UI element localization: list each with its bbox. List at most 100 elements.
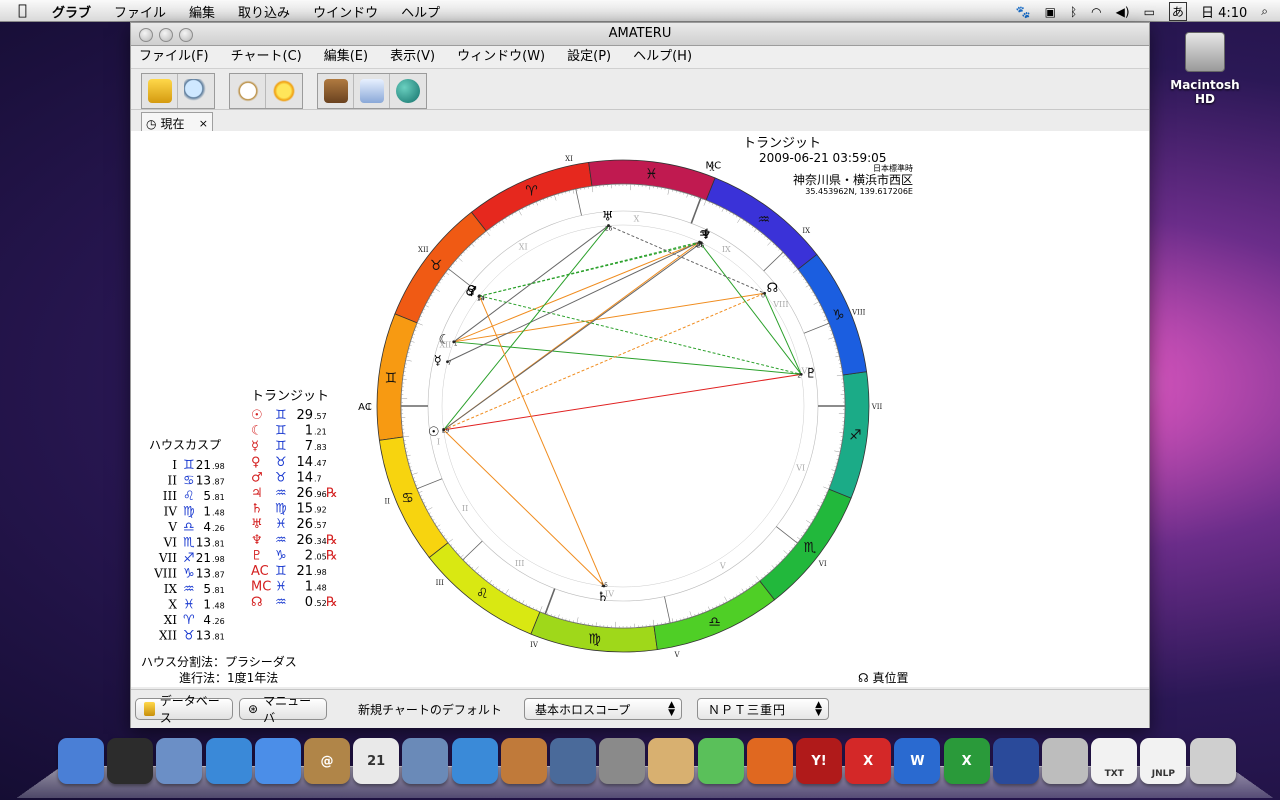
input-method[interactable]: あ	[1168, 2, 1187, 21]
app-menu-item[interactable]: ウィンドウ(W)	[457, 46, 545, 68]
menubar-item[interactable]: ファイル	[114, 2, 166, 21]
dock-dashboard-icon[interactable]	[107, 738, 154, 784]
chart-type-select[interactable]: 基本ホロスコープ ▲ ▼	[524, 698, 682, 720]
dock-icon-label: 21	[367, 753, 386, 769]
menubar-item[interactable]: 取り込み	[238, 2, 290, 21]
stats-icon[interactable]: ▣	[1045, 5, 1056, 19]
house-cusp-row: VIII ♑ 13.87	[153, 567, 225, 582]
menubar-item[interactable]: グラブ	[52, 2, 91, 21]
app-menu-item[interactable]: 表示(V)	[390, 46, 435, 68]
titlebar[interactable]: AMATERU	[131, 23, 1149, 46]
dock-excel-icon[interactable]: X	[943, 738, 990, 784]
retrograde-mark: ℞	[326, 548, 338, 563]
dock-preferences-icon[interactable]	[599, 738, 646, 784]
search-button[interactable]	[178, 74, 214, 108]
zoom-window-button[interactable]	[179, 28, 193, 42]
transit-degree: 0	[305, 595, 313, 610]
search-icon	[184, 79, 208, 103]
minimize-window-button[interactable]	[159, 28, 173, 42]
chart-header-datetime: 2009-06-21 03:59:05	[759, 151, 886, 165]
tab-close-button[interactable]: ×	[199, 117, 208, 130]
dock-itunes-icon[interactable]	[451, 738, 498, 784]
transit-degree: 1	[305, 424, 313, 439]
house-degree-fraction: .81	[212, 540, 225, 549]
dock-twitter-icon[interactable]	[697, 738, 744, 784]
manual-button[interactable]: ⊛ マニューバ	[239, 694, 327, 725]
apple-menu-icon[interactable]: 	[18, 1, 27, 19]
house-degree: 4	[203, 613, 211, 627]
manual-button-label: マニューバ	[263, 694, 312, 725]
transit-degree: 2	[305, 548, 313, 563]
house-sign-glyph: ♒	[183, 582, 195, 597]
dock-finder-icon[interactable]	[58, 738, 104, 784]
menubar-item[interactable]: ヘルプ	[401, 2, 440, 21]
dock-preview-icon[interactable]	[648, 738, 695, 784]
house-degree: 5	[203, 489, 211, 503]
dock-app-x-icon[interactable]: X	[845, 738, 892, 784]
dock-image-capture-icon[interactable]	[500, 738, 547, 784]
dock-word-icon[interactable]: W	[894, 738, 941, 784]
menubar-items: グラブ ファイル 編集 取り込み ウインドウ ヘルプ	[52, 2, 440, 21]
bluetooth-icon[interactable]: ᛒ	[1070, 5, 1077, 19]
transit-planet-glyph: ☉	[251, 408, 263, 423]
app-menu-item[interactable]: ファイル(F)	[139, 46, 209, 68]
house-cusp-row: XII ♉ 13.81	[159, 629, 225, 644]
dock-address-book-icon[interactable]: @	[304, 738, 350, 784]
house-degree-fraction: .81	[212, 493, 225, 502]
person-button[interactable]	[318, 74, 354, 108]
dock-trash-icon[interactable]	[1189, 738, 1236, 784]
wifi-icon[interactable]: ◠	[1091, 5, 1101, 19]
menubar-item[interactable]: ウインドウ	[313, 2, 378, 21]
dock-amateru-icon[interactable]	[992, 738, 1039, 784]
paw-icon[interactable]: 🐾	[1016, 5, 1031, 19]
app-menu-item[interactable]: ヘルプ(H)	[633, 46, 692, 68]
dock-mail-icon[interactable]	[156, 738, 203, 784]
house-number: X	[168, 598, 177, 612]
app-menu-item[interactable]: チャート(C)	[231, 46, 302, 68]
spotlight-icon[interactable]: ⌕	[1261, 4, 1268, 19]
clock-button[interactable]	[230, 74, 266, 108]
transit-degree: 1	[305, 580, 313, 595]
planet-glyph: ☉	[428, 425, 440, 440]
house-number: IV	[164, 505, 178, 519]
house-number: III	[163, 489, 177, 503]
default-chart-label: 新規チャートのデフォルト	[358, 703, 502, 717]
house-numeral: VI	[795, 463, 805, 472]
volume-icon[interactable]: ◀)	[1116, 5, 1130, 19]
dock-ical-icon[interactable]: 21	[353, 738, 400, 784]
transit-sign-glyph: ♊	[275, 408, 287, 423]
dock-scissors-icon[interactable]	[1042, 738, 1088, 784]
sun-button[interactable]	[266, 74, 302, 108]
clock[interactable]: 日 4:10	[1201, 2, 1247, 21]
dock-spaces-icon[interactable]	[550, 738, 596, 784]
transit-row: ☉ ♊ 29.57	[251, 408, 327, 423]
dock-iphoto-icon[interactable]	[402, 738, 449, 784]
ring-select[interactable]: ＮＰＴ三重円 ▲ ▼	[697, 698, 829, 720]
dock-yahoo-icon[interactable]: Y!	[796, 738, 842, 784]
document-button[interactable]	[354, 74, 390, 108]
dock-ichat-icon[interactable]	[254, 738, 301, 784]
house-cusp-row: III ♌ 5.81	[163, 489, 225, 504]
transit-degree-fraction: .7	[314, 474, 322, 483]
close-window-button[interactable]	[139, 28, 153, 42]
house-numeral: III	[515, 559, 524, 568]
open-database-button[interactable]	[142, 74, 178, 108]
transit-degree-fraction: .57	[314, 412, 327, 421]
macintosh-hd-icon[interactable]: Macintosh HD	[1160, 32, 1250, 106]
transit-table-title: トランジット	[251, 389, 329, 404]
dock-jnlp-file-icon[interactable]: JNLP	[1140, 738, 1187, 784]
battery-icon[interactable]: ▭	[1144, 5, 1155, 19]
person-icon	[323, 79, 348, 103]
app-menu-item[interactable]: 設定(P)	[567, 46, 611, 68]
dock-safari-icon[interactable]	[205, 738, 252, 784]
transit-degree-fraction: .83	[314, 443, 327, 452]
app-menu-item[interactable]: 編集(E)	[324, 46, 368, 68]
house-numeral: V	[719, 561, 726, 570]
planet-point	[699, 241, 703, 245]
database-button[interactable]: データベース	[135, 694, 233, 725]
menubar-item[interactable]: 編集	[189, 2, 215, 21]
dock-txt-file-icon[interactable]: TXT	[1091, 738, 1138, 784]
globe-button[interactable]	[390, 74, 426, 108]
chart-header-timezone: 日本標準時	[873, 163, 913, 173]
dock-firefox-icon[interactable]	[746, 738, 793, 784]
